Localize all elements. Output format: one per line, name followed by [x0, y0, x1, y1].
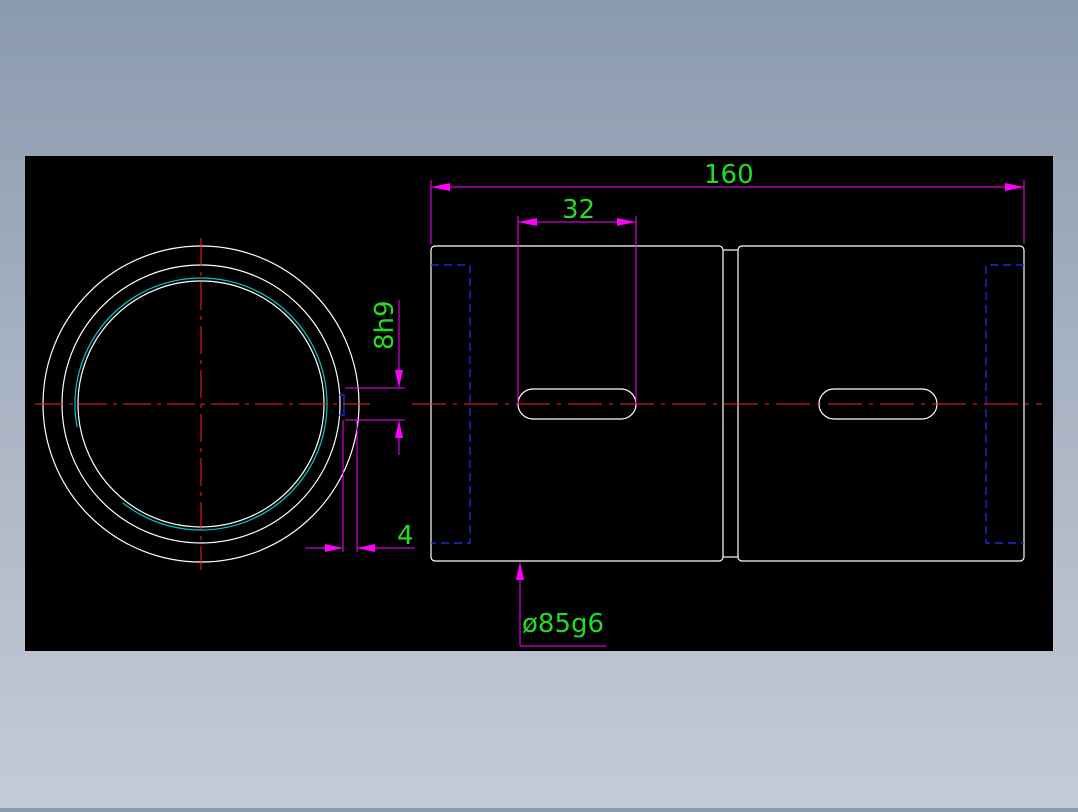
viewport: 8h9 4 160 32 ø85g6: [0, 0, 1078, 808]
cad-drawing: 8h9 4 160 32 ø85g6: [25, 156, 1053, 651]
diameter-label: ø85g6: [522, 609, 604, 639]
wall-label: 4: [397, 521, 414, 551]
slot-width-label: 8h9: [370, 300, 400, 350]
slot-length-label: 32: [562, 195, 595, 225]
total-length-label: 160: [704, 160, 754, 190]
